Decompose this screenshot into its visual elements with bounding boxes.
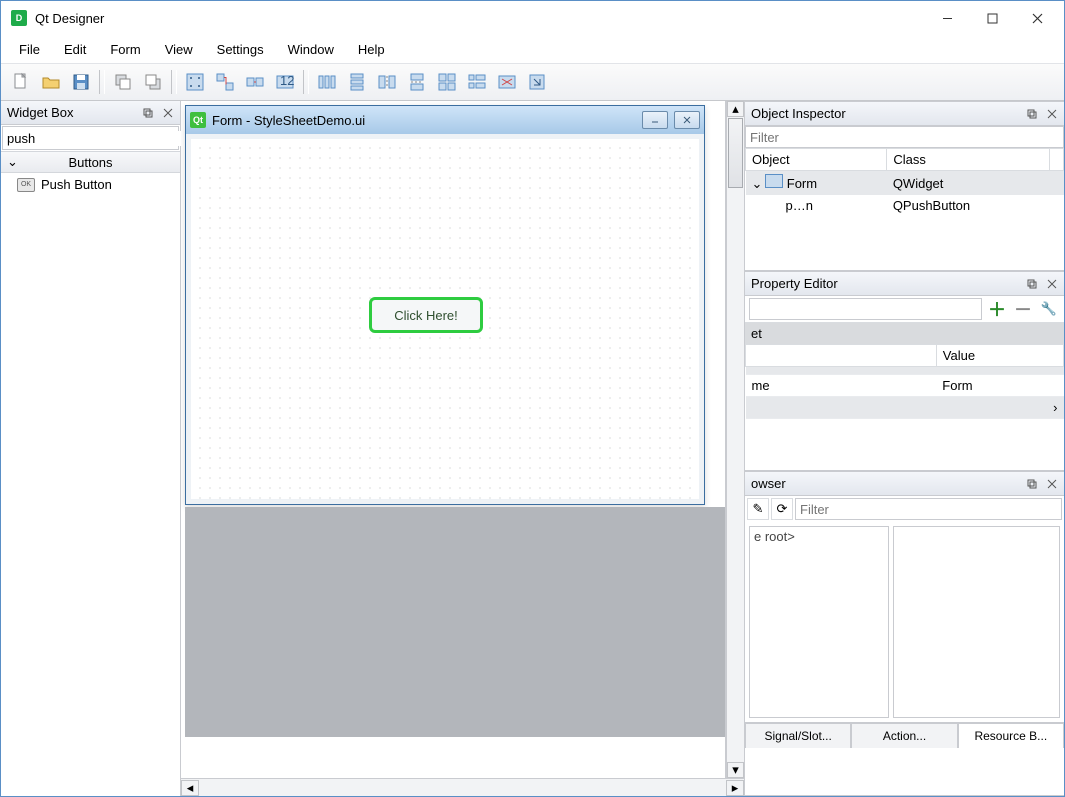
object-inspector-table: ObjectClass ⌄ Form QWidget p…n QPushButt… xyxy=(745,148,1064,216)
object-row-pushbutton[interactable]: p…n QPushButton xyxy=(746,195,1064,216)
menu-settings[interactable]: Settings xyxy=(207,38,274,61)
object-inspector-float-button[interactable] xyxy=(1022,105,1042,123)
property-editor-close-button[interactable] xyxy=(1042,275,1062,293)
col-value[interactable]: Value xyxy=(936,345,1063,367)
menu-bar: File Edit Form View Settings Window Help xyxy=(1,35,1064,63)
property-editor-title: Property Editor xyxy=(751,276,838,291)
window-maximize-button[interactable] xyxy=(970,4,1015,32)
scroll-up-icon[interactable]: ▴ xyxy=(727,101,744,117)
widget-box-title: Widget Box xyxy=(7,105,73,120)
menu-form[interactable]: Form xyxy=(100,38,150,61)
click-here-button[interactable]: Click Here! xyxy=(369,297,483,333)
buddies-icon[interactable] xyxy=(241,68,269,96)
form-window-title: Form - StyleSheetDemo.ui xyxy=(212,113,636,128)
property-table: Value meForm › xyxy=(745,344,1064,419)
push-button-icon: OK xyxy=(17,178,35,192)
scroll-down-icon[interactable]: ▾ xyxy=(727,762,744,778)
send-back-icon[interactable] xyxy=(109,68,137,96)
open-icon[interactable] xyxy=(37,68,65,96)
object-inspector-title: Object Inspector xyxy=(751,106,846,121)
scroll-left-icon[interactable]: ◂ xyxy=(181,780,199,796)
resource-tree[interactable]: e root> xyxy=(749,526,889,718)
break-layout-icon[interactable] xyxy=(493,68,521,96)
property-filter-input[interactable] xyxy=(749,298,982,320)
property-editor-header: Property Editor xyxy=(745,272,1064,296)
window-titlebar: D Qt Designer xyxy=(1,1,1064,35)
resource-browser-float-button[interactable] xyxy=(1022,475,1042,493)
scroll-right-icon[interactable]: ▸ xyxy=(726,780,744,796)
form-minimize-button[interactable] xyxy=(642,111,668,129)
object-inspector-header: Object Inspector xyxy=(745,102,1064,126)
form-window-titlebar[interactable]: Qt Form - StyleSheetDemo.ui xyxy=(186,106,704,134)
object-inspector-close-button[interactable] xyxy=(1042,105,1062,123)
form-window[interactable]: Qt Form - StyleSheetDemo.ui Click Here! xyxy=(185,105,705,505)
menu-view[interactable]: View xyxy=(155,38,203,61)
col-object[interactable]: Object xyxy=(746,149,887,171)
scrollbar-thumb[interactable] xyxy=(728,118,743,188)
form-canvas[interactable]: Click Here! xyxy=(186,134,704,504)
chevron-down-icon: ⌄ xyxy=(7,154,18,170)
add-property-icon[interactable]: ＋ xyxy=(986,298,1008,320)
form-close-button[interactable] xyxy=(674,111,700,129)
main-toolbar: 123 xyxy=(1,63,1064,101)
layout-vertical-icon[interactable] xyxy=(343,68,371,96)
edit-resources-icon[interactable]: ✎ xyxy=(747,498,769,520)
layout-hsplitter-icon[interactable] xyxy=(373,68,401,96)
menu-window[interactable]: Window xyxy=(278,38,344,61)
resource-browser-close-button[interactable] xyxy=(1042,475,1062,493)
widget-item-label: Push Button xyxy=(41,177,112,192)
menu-edit[interactable]: Edit xyxy=(54,38,96,61)
svg-text:123: 123 xyxy=(280,73,295,88)
save-icon[interactable] xyxy=(67,68,95,96)
resource-filter-input[interactable] xyxy=(795,498,1062,520)
layout-horizontal-icon[interactable] xyxy=(313,68,341,96)
widget-box-header: Widget Box xyxy=(1,101,180,125)
resource-preview xyxy=(893,526,1060,718)
layout-grid-icon[interactable] xyxy=(433,68,461,96)
tab-action[interactable]: Action... xyxy=(851,723,957,748)
reload-resources-icon[interactable]: ⟳ xyxy=(771,498,793,520)
widget-box-search-input[interactable] xyxy=(3,131,187,146)
canvas-horizontal-scrollbar[interactable]: ◂ ▸ xyxy=(181,778,744,796)
widget-category-header[interactable]: ⌄ Buttons xyxy=(1,151,180,173)
property-row[interactable]: meForm xyxy=(746,375,1064,397)
canvas-empty-area xyxy=(185,507,725,737)
remove-property-icon[interactable]: － xyxy=(1012,298,1034,320)
new-form-icon[interactable] xyxy=(7,68,35,96)
form-design-area[interactable]: Qt Form - StyleSheetDemo.ui Click Here! … xyxy=(181,101,726,778)
edit-widgets-icon[interactable] xyxy=(181,68,209,96)
signals-slots-icon[interactable] xyxy=(211,68,239,96)
menu-file[interactable]: File xyxy=(9,38,50,61)
tab-signal-slot[interactable]: Signal/Slot... xyxy=(745,723,851,748)
resource-browser-title: owser xyxy=(751,476,786,491)
widget-box-close-button[interactable] xyxy=(158,104,178,122)
tab-order-icon[interactable]: 123 xyxy=(271,68,299,96)
bring-front-icon[interactable] xyxy=(139,68,167,96)
qt-icon: Qt xyxy=(190,112,206,128)
widget-category-label: Buttons xyxy=(68,155,112,170)
widget-box-float-button[interactable] xyxy=(138,104,158,122)
window-minimize-button[interactable] xyxy=(925,4,970,32)
property-editor-float-button[interactable] xyxy=(1022,275,1042,293)
object-inspector-filter[interactable] xyxy=(746,127,1063,147)
bottom-tab-bar: Signal/Slot... Action... Resource B... xyxy=(745,722,1064,748)
layout-form-icon[interactable] xyxy=(463,68,491,96)
layout-vsplitter-icon[interactable] xyxy=(403,68,431,96)
object-row-form[interactable]: ⌄ Form QWidget xyxy=(746,171,1064,196)
col-class[interactable]: Class xyxy=(887,149,1050,171)
canvas-vertical-scrollbar[interactable]: ▴ ▾ xyxy=(726,101,744,778)
app-icon: D xyxy=(11,10,27,26)
tab-resource-browser[interactable]: Resource B... xyxy=(958,723,1064,748)
resource-browser-header: owser xyxy=(745,472,1064,496)
property-category[interactable]: et xyxy=(745,323,1064,344)
window-title: Qt Designer xyxy=(35,11,925,26)
adjust-size-icon[interactable] xyxy=(523,68,551,96)
menu-help[interactable]: Help xyxy=(348,38,395,61)
widget-item-push-button[interactable]: OK Push Button xyxy=(1,173,180,196)
configure-icon[interactable]: 🔧 xyxy=(1038,298,1060,320)
window-close-button[interactable] xyxy=(1015,4,1060,32)
